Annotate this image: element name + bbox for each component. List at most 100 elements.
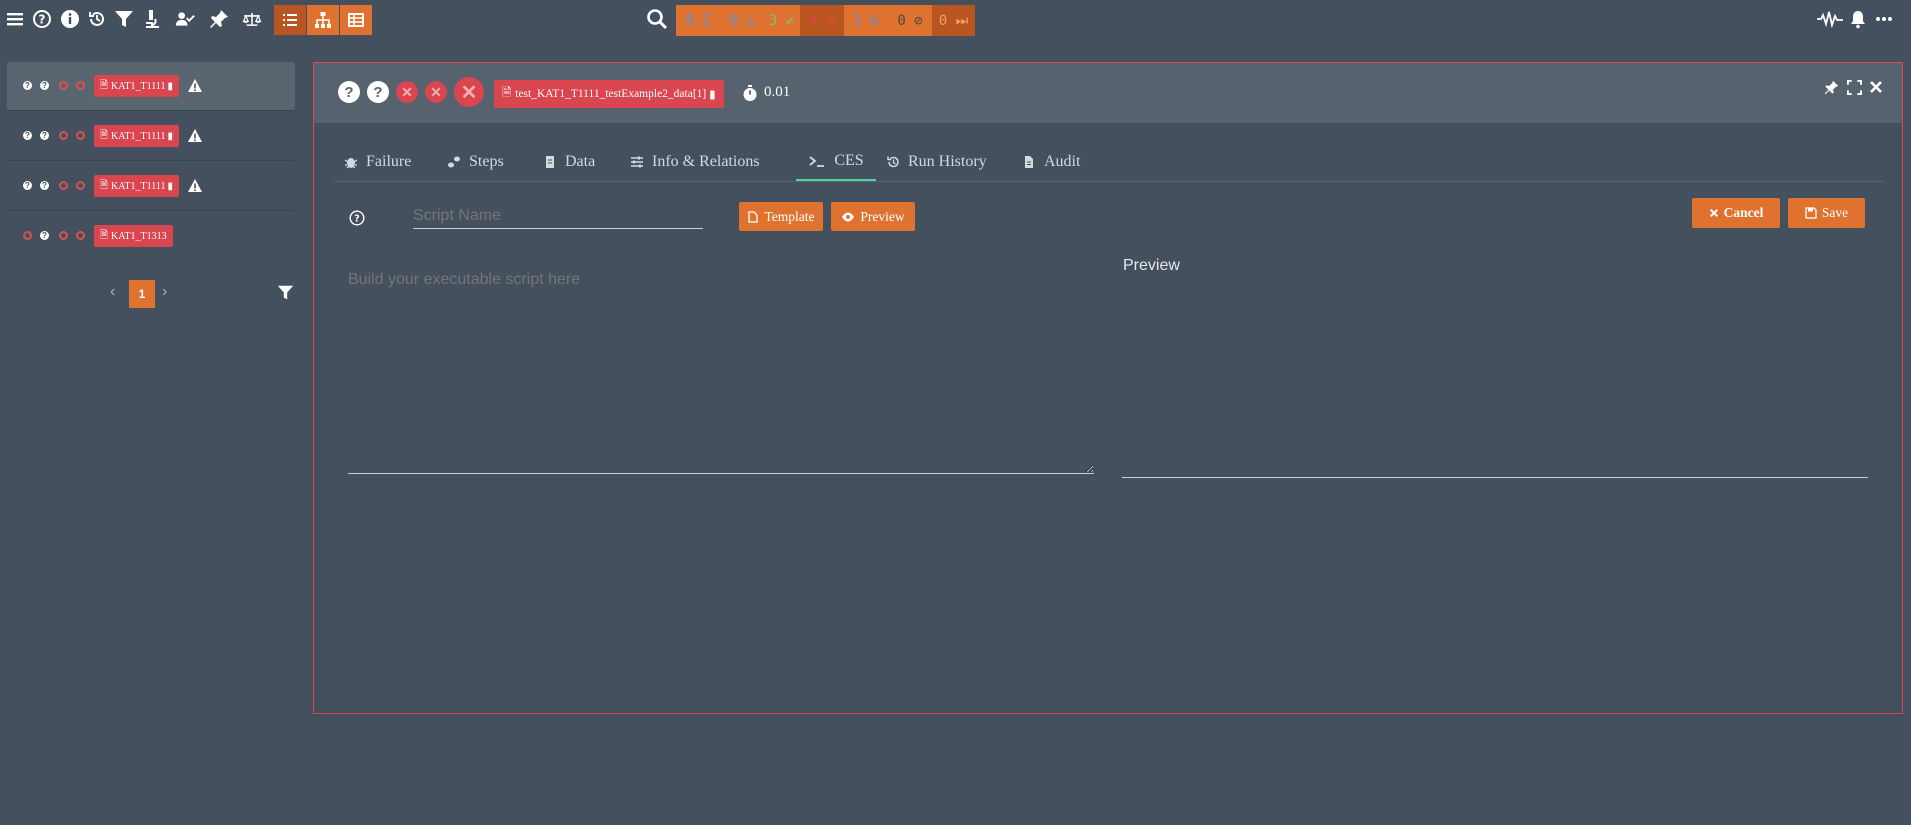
test-tag[interactable]: 🗎 KAT1_T1313 xyxy=(94,225,173,247)
test-tag[interactable]: 🗎 KAT1_T1111 ▮ xyxy=(94,75,180,97)
detail-panel: ? ? ✕ ✕ ✕ 🗎 test_KAT1_T1111_testExample2_… xyxy=(313,62,1903,714)
more-icon[interactable] xyxy=(1873,8,1895,30)
microscope-icon[interactable] xyxy=(141,8,163,30)
sliders-icon xyxy=(631,156,643,168)
svg-text:?: ? xyxy=(354,214,360,225)
sigma-icon: Σ xyxy=(702,12,712,29)
tab-info-relations[interactable]: Info & Relations xyxy=(630,143,760,181)
stopwatch-icon xyxy=(743,85,757,101)
fail-icon[interactable]: ✕ xyxy=(454,77,484,107)
pin-icon[interactable] xyxy=(1824,80,1839,95)
balance-icon[interactable] xyxy=(238,8,266,30)
waveform-icon[interactable] xyxy=(1816,8,1844,30)
terminal-icon xyxy=(809,156,825,167)
file-icon: 🗎 xyxy=(100,79,109,91)
list-item[interactable]: ? ? 🗎 KAT1_T1111 ▮ xyxy=(7,62,295,111)
list-item[interactable]: ? 🗎 KAT1_T1313 xyxy=(7,212,295,260)
menu-icon[interactable] xyxy=(4,8,26,30)
fail-icon[interactable]: ✕ xyxy=(396,81,418,103)
script-name-input[interactable] xyxy=(413,204,703,229)
warning-icon xyxy=(188,79,202,92)
expand-icon[interactable] xyxy=(1847,80,1862,95)
broken-bulb-icon: ხ xyxy=(870,12,879,29)
close-icon[interactable] xyxy=(1869,80,1883,94)
file-icon: 🗎 xyxy=(100,229,109,241)
tab-run-history[interactable]: Run History xyxy=(886,143,987,181)
template-button[interactable]: Template xyxy=(739,202,823,231)
table-view-button[interactable] xyxy=(340,5,372,35)
bell-icon[interactable] xyxy=(1847,8,1869,30)
tree-view-icon xyxy=(315,12,331,28)
page-number[interactable]: 1 xyxy=(129,280,155,308)
stat-broken[interactable]: 1 ხ xyxy=(844,5,888,36)
test-tag[interactable]: 🗎 KAT1_T1111 ▮ xyxy=(94,125,180,147)
test-tag[interactable]: 🗎 KAT1_T1111 ▮ xyxy=(94,175,180,197)
stat-failed[interactable]: 4 ⊗ xyxy=(800,5,844,36)
history-icon[interactable] xyxy=(86,8,108,30)
pin-icon[interactable] xyxy=(208,8,230,30)
fail-icon[interactable]: ✕ xyxy=(425,81,447,103)
list-view-button[interactable] xyxy=(274,5,306,35)
help-icon: ? xyxy=(23,81,32,90)
tab-data[interactable]: Data xyxy=(543,143,595,181)
filter-icon[interactable] xyxy=(113,8,135,30)
duration: 0.01 xyxy=(764,84,791,100)
search-icon[interactable] xyxy=(645,7,669,31)
help-icon[interactable]: ? xyxy=(349,210,365,226)
stat-total[interactable]: 8 Σ xyxy=(676,5,721,36)
help-icon[interactable]: ? xyxy=(31,8,53,30)
tabs-divider xyxy=(334,181,1884,182)
check-icon: ✔ xyxy=(785,12,795,29)
list-item[interactable]: ? ? 🗎 KAT1_T1111 ▮ xyxy=(7,112,295,161)
redo-icon: ↻ xyxy=(746,12,755,29)
stat-skipped[interactable]: 0 ⊘ xyxy=(888,5,932,36)
fail-icon xyxy=(76,231,85,240)
ban-icon: ⊘ xyxy=(914,12,923,29)
user-check-icon[interactable] xyxy=(172,8,198,30)
help-icon[interactable]: ? xyxy=(367,81,389,103)
svg-text:?: ? xyxy=(39,13,46,27)
help-icon: ? xyxy=(40,81,49,90)
tab-ces[interactable]: CES xyxy=(796,143,876,181)
copy-icon: ▮ xyxy=(167,180,174,192)
history-icon xyxy=(887,156,899,168)
warning-icon xyxy=(188,129,202,142)
tab-steps[interactable]: Steps xyxy=(447,143,504,181)
fast-forward-icon: ⏭ xyxy=(955,12,969,29)
warning-icon xyxy=(188,179,202,192)
next-page-icon[interactable]: › xyxy=(162,283,174,303)
fail-icon xyxy=(59,181,68,190)
preview-button[interactable]: Preview xyxy=(831,202,915,231)
prev-page-icon[interactable]: ‹ xyxy=(110,283,122,303)
copy-icon: ▮ xyxy=(167,130,174,142)
close-icon xyxy=(1709,208,1718,218)
tab-audit[interactable]: Audit xyxy=(1022,143,1080,181)
save-icon xyxy=(1805,207,1817,219)
info-icon[interactable] xyxy=(59,8,81,30)
help-icon: ? xyxy=(23,131,32,140)
tree-view-button[interactable] xyxy=(307,5,339,35)
bug-icon xyxy=(344,158,358,169)
stat-passed[interactable]: 3 ✔ xyxy=(763,5,800,36)
tab-failure[interactable]: Failure xyxy=(344,143,411,181)
data-icon xyxy=(546,156,554,168)
panel-header: ? ? ✕ ✕ ✕ 🗎 test_KAT1_T1111_testExample2_… xyxy=(314,63,1902,123)
test-name-tag[interactable]: 🗎 test_KAT1_T1111_testExample2_data[1] ▮ xyxy=(494,80,724,108)
preview-heading: Preview xyxy=(1123,257,1180,274)
file-icon: 🗎 xyxy=(100,129,109,141)
list-view-icon xyxy=(283,14,297,26)
stat-rerun[interactable]: 0 ↻ xyxy=(721,5,763,36)
fail-icon xyxy=(23,231,32,240)
fail-icon xyxy=(76,131,85,140)
script-editor[interactable] xyxy=(348,263,1094,474)
stat-pending[interactable]: 0 ⏭ xyxy=(932,5,975,36)
help-icon[interactable]: ? xyxy=(338,81,360,103)
file-icon: 🗎 xyxy=(502,86,512,99)
fail-icon xyxy=(76,81,85,90)
filter-icon[interactable] xyxy=(277,284,294,301)
fail-icon xyxy=(59,131,68,140)
cancel-button[interactable]: Cancel xyxy=(1692,198,1780,228)
copy-icon: ▮ xyxy=(167,80,174,92)
save-button[interactable]: Save xyxy=(1788,198,1865,228)
list-item[interactable]: ? ? 🗎 KAT1_T1111 ▮ xyxy=(7,162,295,211)
